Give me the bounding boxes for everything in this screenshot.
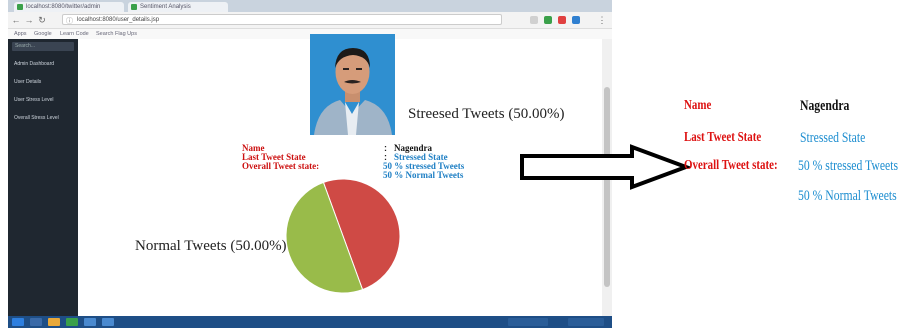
- page-icon: [131, 4, 137, 10]
- browser-tab-1[interactable]: localhost:8080/twitter/admin: [14, 2, 124, 12]
- sidebar-item-user-stress-level[interactable]: User Stress Level: [14, 97, 53, 103]
- task-view-icon[interactable]: [30, 318, 42, 326]
- zoom-name-value: Nagendra: [800, 98, 850, 114]
- url-input[interactable]: ⓘ localhost:8080/user_details.jsp: [62, 14, 502, 25]
- extension-icon[interactable]: [544, 16, 552, 24]
- user-photo: [310, 34, 395, 135]
- pie-label-stressed: Streesed Tweets (50.00%): [408, 106, 565, 122]
- tab-label: Sentiment Analysis: [140, 4, 191, 10]
- zoom-last-tweet-value: Stressed State: [800, 130, 866, 146]
- extension-icon[interactable]: [558, 16, 566, 24]
- explorer-icon[interactable]: [48, 318, 60, 326]
- zoom-overall-value-stressed: 50 % stressed Tweets: [798, 158, 899, 174]
- bookmark-item[interactable]: Search Flag Ups: [96, 29, 137, 39]
- app-icon[interactable]: [84, 318, 96, 326]
- zoom-overall-value-normal: 50 % Normal Tweets: [798, 188, 897, 204]
- tab-bar: localhost:8080/twitter/admin Sentiment A…: [8, 0, 612, 12]
- back-button[interactable]: ←: [10, 14, 22, 26]
- taskbar: [8, 316, 612, 328]
- zoom-last-tweet-label: Last Tweet State: [684, 130, 762, 145]
- start-icon[interactable]: [12, 318, 24, 326]
- arrow-icon: [520, 144, 690, 190]
- tab-label: localhost:8080/twitter/admin: [26, 4, 101, 10]
- sidebar-item-overall-stress-level[interactable]: Overall Stress Level: [14, 115, 59, 121]
- app-icon[interactable]: [102, 318, 114, 326]
- page-icon: [17, 4, 23, 10]
- sidebar: Search... Admin Dashboard User Details U…: [8, 39, 78, 316]
- zoom-name-label: Name: [684, 98, 712, 113]
- info-icon: ⓘ: [66, 18, 73, 25]
- star-icon[interactable]: [530, 16, 538, 24]
- overall-tweet-label: Overall Tweet state:: [242, 161, 320, 171]
- reload-button[interactable]: ↻: [36, 14, 48, 26]
- sidebar-item-admin-dashboard[interactable]: Admin Dashboard: [14, 61, 54, 67]
- system-tray[interactable]: [508, 318, 548, 326]
- zoom-overall-label: Overall Tweet state:: [684, 158, 778, 173]
- pie-label-normal: Normal Tweets (50.00%): [135, 238, 287, 254]
- address-bar-row: ← → ↻ ⓘ localhost:8080/user_details.jsp …: [8, 12, 612, 29]
- extension-icon[interactable]: [572, 16, 580, 24]
- menu-icon[interactable]: ⋮: [596, 14, 608, 26]
- clock[interactable]: [568, 318, 604, 326]
- url-text: localhost:8080/user_details.jsp: [77, 17, 160, 23]
- bookmark-item[interactable]: Google: [34, 29, 52, 39]
- chrome-icon[interactable]: [66, 318, 78, 326]
- forward-button[interactable]: →: [23, 14, 35, 26]
- sidebar-item-user-details[interactable]: User Details: [14, 79, 41, 85]
- browser-tab-2[interactable]: Sentiment Analysis: [128, 2, 228, 12]
- bookmark-item[interactable]: Learn Code: [60, 29, 89, 39]
- bookmark-item[interactable]: Apps: [14, 29, 27, 39]
- sidebar-search-input[interactable]: Search...: [12, 42, 74, 51]
